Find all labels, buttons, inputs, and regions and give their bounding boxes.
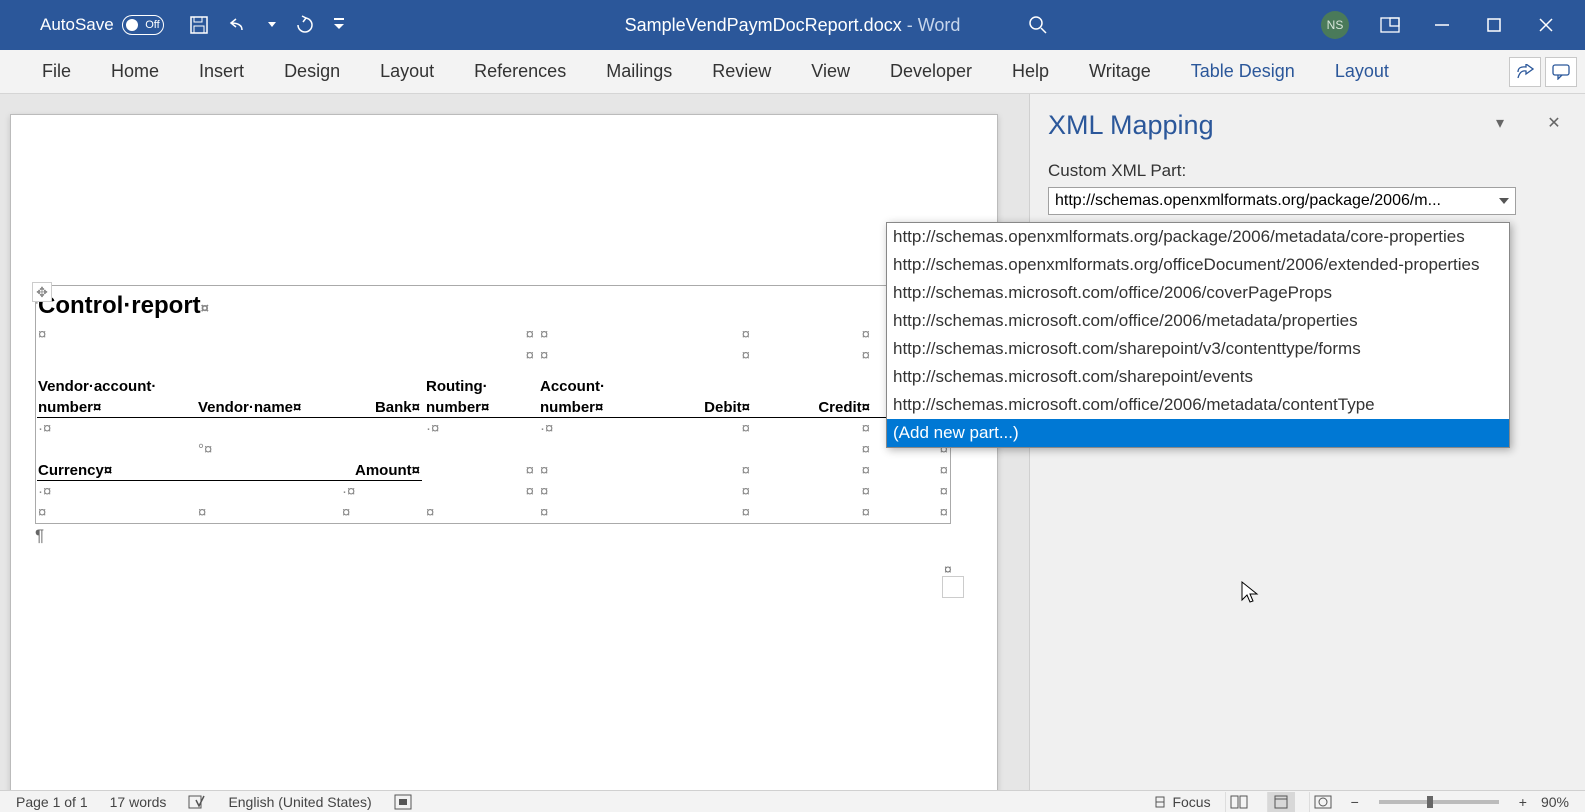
table-resize-handle[interactable] — [942, 576, 964, 598]
toggle-switch[interactable]: Off — [122, 15, 164, 35]
col-debit: Debit¤ — [664, 397, 754, 418]
tab-home[interactable]: Home — [91, 50, 179, 94]
minimize-icon[interactable] — [1431, 14, 1453, 36]
tab-mailings[interactable]: Mailings — [586, 50, 692, 94]
xml-part-dropdown[interactable]: http://schemas.openxmlformats.org/packag… — [886, 222, 1510, 448]
table-title: Control·report¤ — [36, 286, 950, 324]
maximize-icon[interactable] — [1483, 14, 1505, 36]
dropdown-option[interactable]: http://schemas.openxmlformats.org/office… — [887, 251, 1509, 279]
status-bar: Page 1 of 1 17 words English (United Sta… — [0, 790, 1585, 812]
col-bank: Bank¤ — [340, 397, 424, 418]
print-layout-icon[interactable] — [1267, 792, 1295, 812]
display-options-icon[interactable] — [1379, 14, 1401, 36]
autosave-toggle[interactable]: AutoSave Off — [0, 15, 164, 35]
close-icon[interactable] — [1535, 14, 1557, 36]
row-amount-label: Amount¤ — [340, 460, 424, 481]
focus-mode-icon[interactable]: Focus — [1152, 794, 1210, 810]
tab-insert[interactable]: Insert — [179, 50, 264, 94]
dropdown-option[interactable]: http://schemas.microsoft.com/office/2006… — [887, 307, 1509, 335]
tab-table-layout[interactable]: Layout — [1315, 50, 1409, 94]
share-icon[interactable] — [1509, 57, 1541, 87]
qat-customize-icon[interactable] — [334, 14, 344, 36]
col-credit: Credit¤ — [754, 397, 874, 418]
tab-help[interactable]: Help — [992, 50, 1069, 94]
title-bar: AutoSave Off SampleVendPaymDocReport.doc… — [0, 0, 1585, 50]
zoom-slider[interactable] — [1379, 800, 1499, 804]
col-vendor-account-2: number¤ — [36, 397, 196, 418]
document-canvas[interactable]: ¶ ✥ Control·report¤ ¤ ¤ ¤ ¤ ¤ ¤ ¤ ¤ ¤ — [0, 94, 1029, 790]
tab-writage[interactable]: Writage — [1069, 50, 1171, 94]
tab-table-design[interactable]: Table Design — [1171, 50, 1315, 94]
read-mode-icon[interactable] — [1225, 792, 1253, 812]
col-vendor-name: Vendor·name¤ — [196, 397, 340, 418]
save-icon[interactable] — [188, 14, 210, 36]
document-table[interactable]: ✥ Control·report¤ ¤ ¤ ¤ ¤ ¤ ¤ ¤ ¤ ¤ ¤ — [35, 285, 951, 524]
status-page[interactable]: Page 1 of 1 — [16, 794, 88, 810]
tab-references[interactable]: References — [454, 50, 586, 94]
macro-icon[interactable] — [394, 794, 412, 810]
tab-developer[interactable]: Developer — [870, 50, 992, 94]
redo-icon[interactable] — [294, 14, 316, 36]
dropdown-option[interactable]: http://schemas.openxmlformats.org/packag… — [887, 223, 1509, 251]
zoom-in-icon[interactable]: + — [1519, 794, 1527, 810]
col-routing-2: number¤ — [424, 397, 538, 418]
document-title: SampleVendPaymDocReport.docx - Word — [625, 15, 961, 36]
spellcheck-icon[interactable] — [188, 794, 206, 810]
dropdown-option[interactable]: http://schemas.microsoft.com/sharepoint/… — [887, 363, 1509, 391]
user-avatar[interactable]: NS — [1321, 11, 1349, 39]
pane-close-icon[interactable]: ✕ — [1545, 114, 1563, 132]
undo-dropdown-icon[interactable] — [268, 14, 276, 36]
chevron-down-icon[interactable] — [1499, 198, 1509, 204]
dropdown-option[interactable]: http://schemas.microsoft.com/sharepoint/… — [887, 335, 1509, 363]
zoom-out-icon[interactable]: − — [1351, 794, 1359, 810]
zoom-level[interactable]: 90% — [1541, 794, 1569, 810]
combo-label: Custom XML Part: — [1048, 161, 1585, 181]
combo-value: http://schemas.openxmlformats.org/packag… — [1055, 192, 1441, 210]
undo-icon[interactable] — [228, 14, 250, 36]
web-layout-icon[interactable] — [1309, 792, 1337, 812]
col-vendor-account: Vendor·account· — [36, 376, 196, 397]
cell-marker: ¤ — [944, 561, 952, 577]
tab-review[interactable]: Review — [692, 50, 791, 94]
comments-icon[interactable] — [1545, 57, 1577, 87]
search-icon[interactable] — [1028, 15, 1048, 35]
dropdown-option[interactable]: http://schemas.microsoft.com/office/2006… — [887, 279, 1509, 307]
col-account: Account· — [538, 376, 664, 397]
xml-part-combo[interactable]: http://schemas.openxmlformats.org/packag… — [1048, 187, 1516, 215]
cursor-icon — [1240, 580, 1260, 604]
col-routing: Routing· — [424, 376, 538, 397]
tab-file[interactable]: File — [22, 50, 91, 94]
dropdown-option-add-new[interactable]: (Add new part...) — [887, 419, 1509, 447]
page: ¶ ✥ Control·report¤ ¤ ¤ ¤ ¤ ¤ ¤ ¤ ¤ ¤ — [10, 114, 998, 790]
tab-view[interactable]: View — [791, 50, 870, 94]
row-currency-label: Currency¤ — [36, 460, 196, 481]
ribbon-tabs: File Home Insert Design Layout Reference… — [0, 50, 1585, 94]
pane-options-icon[interactable]: ▾ — [1491, 114, 1509, 132]
status-language[interactable]: English (United States) — [228, 794, 371, 810]
status-words[interactable]: 17 words — [110, 794, 167, 810]
tab-design[interactable]: Design — [264, 50, 360, 94]
col-account-2: number¤ — [538, 397, 664, 418]
autosave-label: AutoSave — [40, 15, 114, 35]
pilcrow-icon: ¶ — [35, 526, 997, 546]
dropdown-option[interactable]: http://schemas.microsoft.com/office/2006… — [887, 391, 1509, 419]
tab-layout[interactable]: Layout — [360, 50, 454, 94]
table-move-handle-icon[interactable]: ✥ — [32, 282, 52, 302]
